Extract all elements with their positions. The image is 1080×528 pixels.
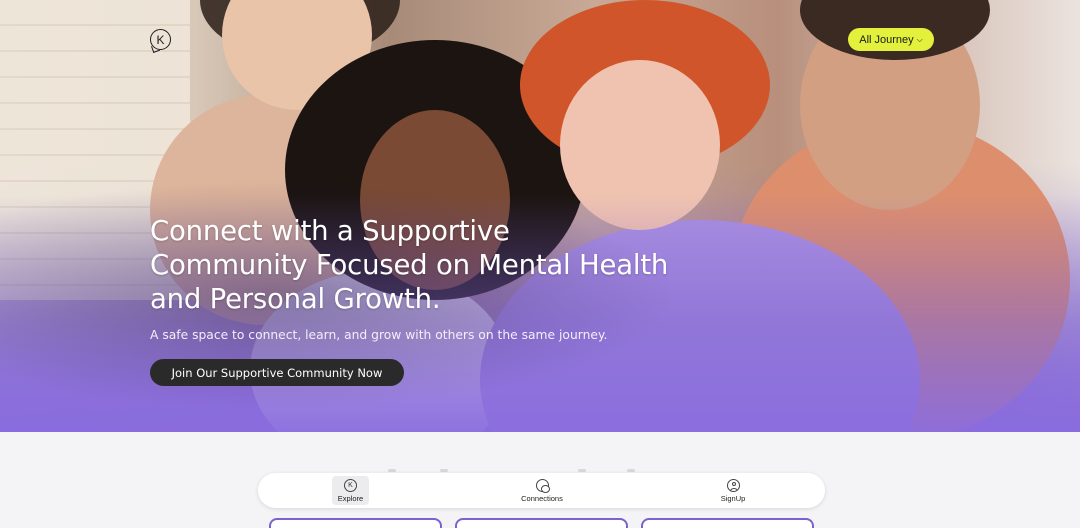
logo-letter: K bbox=[156, 32, 165, 47]
hero-banner: K All Journey ⌵ Connect with a Supportiv… bbox=[0, 0, 1080, 432]
tab-signup[interactable]: SignUp bbox=[713, 476, 753, 505]
tab-label: Connections bbox=[521, 493, 563, 503]
journey-card[interactable] bbox=[455, 518, 628, 528]
tab-explore[interactable]: K Explore bbox=[332, 476, 369, 505]
decorative-dot bbox=[440, 469, 448, 472]
decorative-dot bbox=[388, 469, 396, 472]
decorative-dot bbox=[578, 469, 586, 472]
user-icon bbox=[726, 478, 740, 492]
chevron-down-icon: ⌵ bbox=[916, 34, 923, 44]
all-journey-dropdown-button[interactable]: All Journey ⌵ bbox=[848, 28, 934, 51]
hero-headline: Connect with a Supportive Community Focu… bbox=[150, 215, 669, 315]
hero-subline: A safe space to connect, learn, and grow… bbox=[150, 328, 608, 342]
journey-button-label: All Journey bbox=[859, 33, 914, 46]
k-logo-icon[interactable]: K bbox=[150, 29, 171, 50]
chat-bubbles-icon bbox=[535, 478, 550, 493]
tab-label: SignUp bbox=[720, 493, 746, 503]
k-logo-icon: K bbox=[344, 478, 357, 492]
tab-label: Explore bbox=[337, 493, 364, 503]
bottom-tab-bar: K Explore Connections SignUp bbox=[258, 473, 825, 508]
tab-connections[interactable]: Connections bbox=[514, 476, 570, 505]
journey-card[interactable] bbox=[269, 518, 442, 528]
journey-card[interactable] bbox=[641, 518, 814, 528]
join-community-button[interactable]: Join Our Supportive Community Now bbox=[150, 359, 404, 386]
decorative-dot bbox=[627, 469, 635, 472]
